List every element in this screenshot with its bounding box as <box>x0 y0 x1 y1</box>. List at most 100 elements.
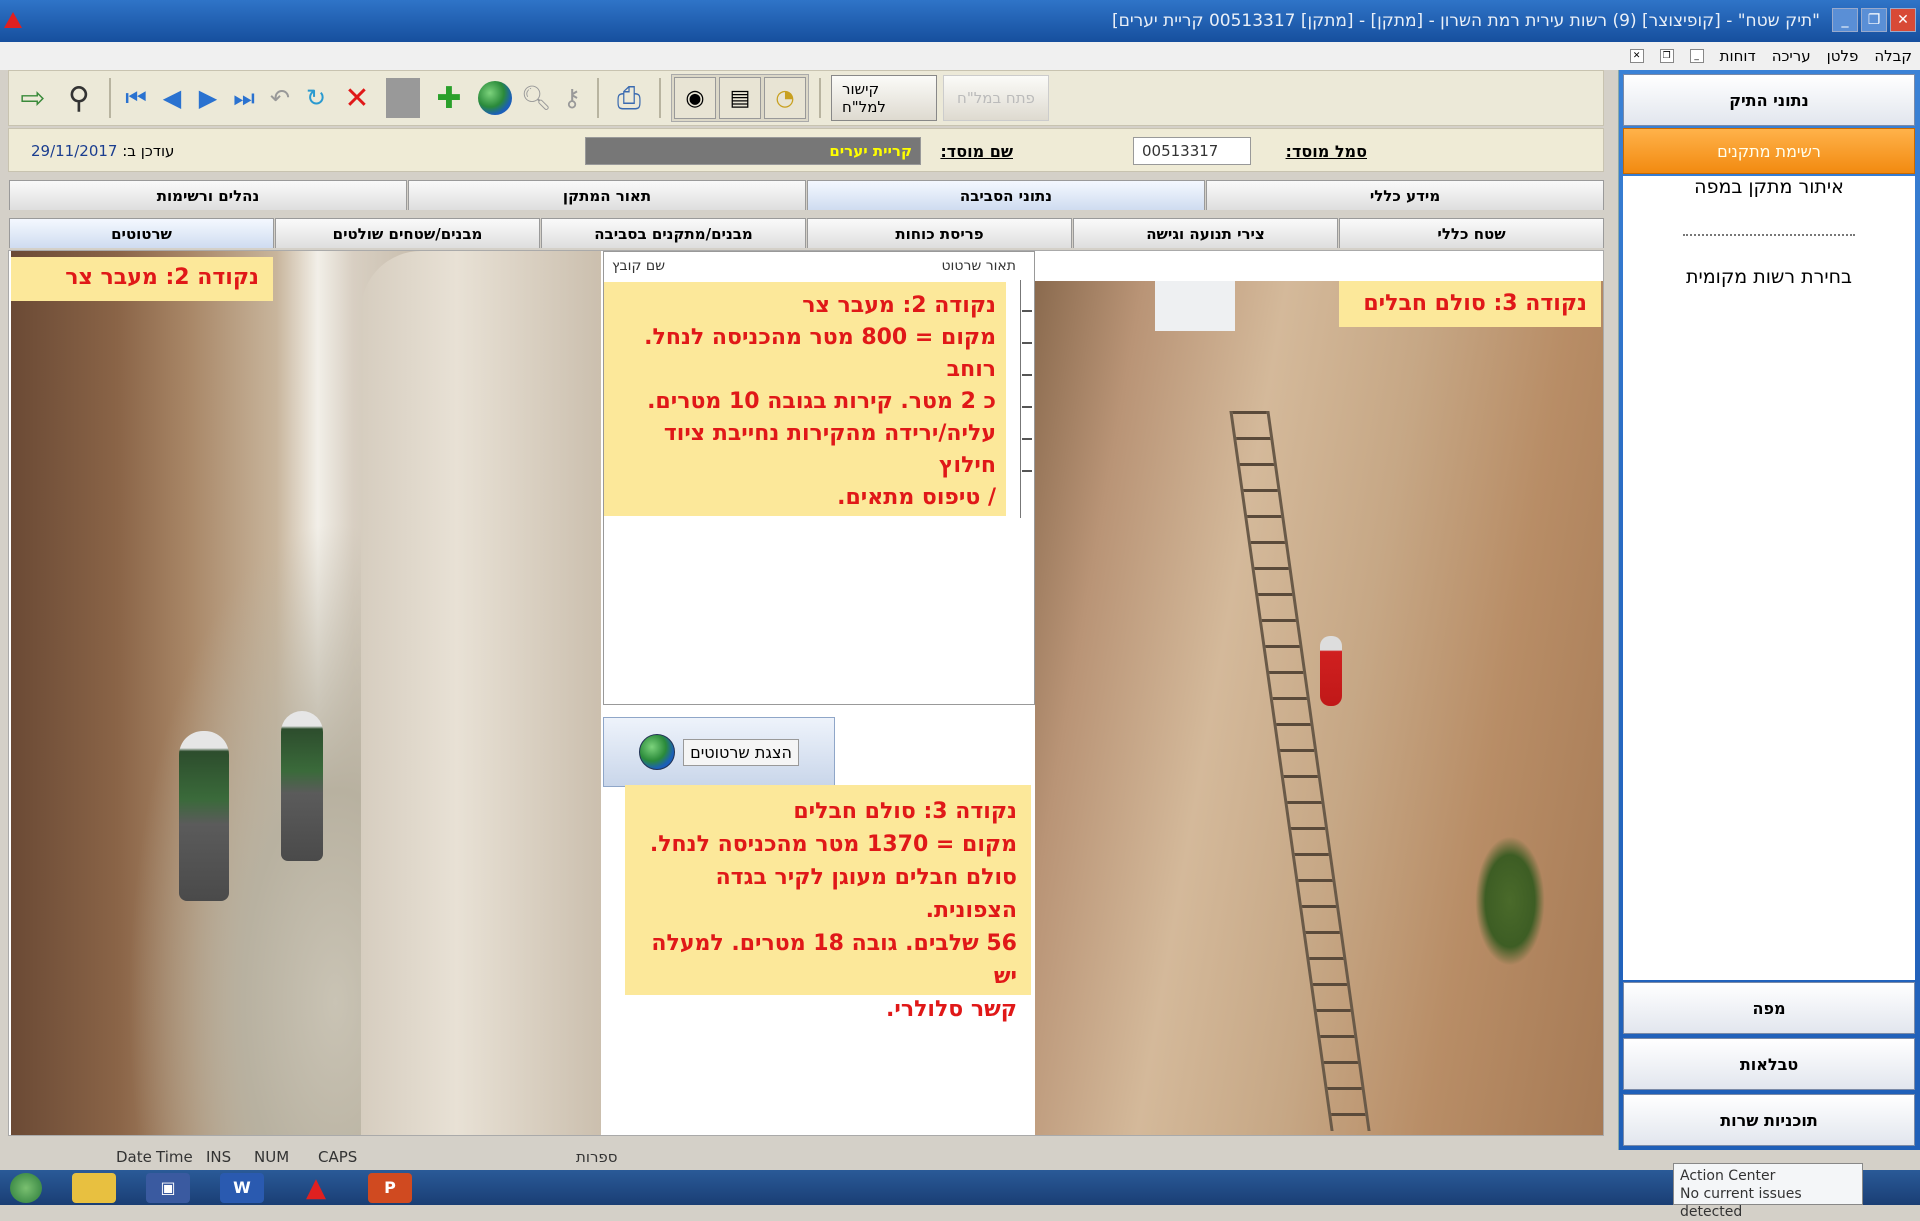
action-center-tooltip: Action Center No current issues detected <box>1673 1163 1863 1220</box>
restore-button[interactable]: ❐ <box>1861 8 1887 32</box>
open-in-command-button[interactable]: פתח במל"ח <box>943 75 1049 121</box>
status-num: NUM <box>254 1148 290 1166</box>
canyon-photo <box>11 251 601 1135</box>
tab-environment-data[interactable]: נתוני הסביבה <box>807 180 1205 210</box>
select-local-authority-link[interactable]: בחירת רשות מקומית <box>1623 266 1915 288</box>
close-button[interactable]: ✕ <box>1890 8 1916 32</box>
note-line: עליה/ירידה מהקירות נחייבת ציוד חילוץ <box>663 421 996 478</box>
show-drawings-button[interactable]: הצגת שרטוטים <box>603 717 835 787</box>
rope-ladder <box>1229 411 1371 1131</box>
menu-bar: קבלה פלטן עריכה דוחות _ ❐ ✕ <box>0 42 1920 70</box>
toolbar: ⇨ ⚲ ⏮ ◀ ▶ ⏭ ↶ ↻ ✕ ✚ 🔍︎ ⚷ ⎙ ◉ ▤ ◔ קישור ל… <box>8 70 1604 126</box>
prev-record-icon[interactable]: ◀ <box>157 76 187 120</box>
photo-label-rope-ladder: נקודה 3: סולם חבלים <box>1339 281 1601 327</box>
status-digits: ספרות <box>576 1148 618 1166</box>
org-name-label: שם מוסד: <box>940 142 1013 161</box>
add-icon[interactable]: ✚ <box>429 76 469 120</box>
first-record-icon[interactable]: ⏮ <box>121 76 151 120</box>
save-icon[interactable]: ▣ <box>146 1172 190 1203</box>
menu-item-edit[interactable]: עריכה <box>1772 47 1811 65</box>
folder-icon[interactable] <box>72 1172 116 1203</box>
print-icon[interactable]: ⎙ <box>609 76 649 120</box>
grid-scrollbar[interactable] <box>1020 280 1034 518</box>
tab-procedures-lists[interactable]: נהלים ורשימות <box>9 180 407 210</box>
note-line: 56 שלבים. גובה 18 מטרים. למעלה יש <box>651 931 1017 989</box>
app-warning-icon <box>4 12 22 28</box>
media-button-group: ◉ ▤ ◔ <box>671 74 809 122</box>
globe-icon[interactable] <box>475 76 515 120</box>
scanner-icon[interactable]: ▤ <box>719 77 761 119</box>
action-center-text: No current issues detected <box>1680 1186 1802 1220</box>
menu-item-platform[interactable]: פלטן <box>1827 47 1859 65</box>
tab-general-info[interactable]: מידע כללי <box>1206 180 1604 210</box>
locate-facility-map-link[interactable]: איתור מתקן במפה <box>1623 176 1915 198</box>
undo-icon[interactable]: ↶ <box>265 76 295 120</box>
sidebar-divider <box>1683 234 1855 236</box>
warning-icon[interactable]: ▲ <box>294 1173 338 1203</box>
case-data-button[interactable]: נתוני התיק <box>1623 74 1915 126</box>
note-line: נקודה 3: סולם חבלים <box>793 799 1017 824</box>
exit-icon[interactable]: ⇨ <box>13 76 53 120</box>
updated-info: עודכן ב: 29/11/2017 <box>31 142 174 160</box>
org-code-label: סמל מוסד: <box>1285 142 1367 161</box>
tab-force-deployment[interactable]: פריסת כוחות <box>807 218 1072 248</box>
key-icon[interactable]: ⚷ <box>557 76 587 120</box>
camera-icon[interactable]: ◉ <box>674 77 716 119</box>
updated-label: עודכן ב: <box>122 142 175 160</box>
updated-value: 29/11/2017 <box>31 142 118 160</box>
tables-button[interactable]: טבלאות <box>1623 1038 1915 1090</box>
org-name-field[interactable]: קריית יערים <box>585 137 921 165</box>
window-title: "תיק שטח" - [קופיצוצר] (9) רשות עירית רמ… <box>1111 11 1820 31</box>
map-button[interactable]: מפה <box>1623 982 1915 1034</box>
note-narrow-passage: נקודה 2: מעבר צר מקום = 800 מטר מהכניסה … <box>604 282 1006 516</box>
minimize-button[interactable]: _ <box>1832 8 1858 32</box>
window-controls: _ ❐ ✕ <box>1832 8 1916 32</box>
word-icon[interactable]: W <box>220 1172 264 1203</box>
hiker-figure <box>281 711 323 861</box>
service-plans-button[interactable]: תוכניות שרות <box>1623 1094 1915 1146</box>
facility-list-button[interactable]: רשימת מתקנים <box>1623 128 1915 174</box>
blank-icon[interactable] <box>383 76 423 120</box>
status-time: Time <box>156 1148 193 1166</box>
menu-item-reception[interactable]: קבלה <box>1874 47 1912 65</box>
next-record-icon[interactable]: ▶ <box>193 76 223 120</box>
note-line: קשר סלולרי. <box>886 997 1017 1022</box>
delete-icon[interactable]: ✕ <box>337 76 377 120</box>
binoculars-icon[interactable]: ⚲ <box>59 76 99 120</box>
grid-header: תאור שרטוט שם קובץ <box>604 252 1034 280</box>
last-record-icon[interactable]: ⏭ <box>229 76 259 120</box>
globe-icon <box>639 734 676 770</box>
refresh-icon[interactable]: ↻ <box>301 76 331 120</box>
mdi-restore-button[interactable]: ❐ <box>1659 49 1674 63</box>
tab-access-routes[interactable]: צירי תנועה וגישה <box>1073 218 1338 248</box>
tab-dominant-areas[interactable]: מבנים/שטחים שולטים <box>275 218 540 248</box>
link-to-command-button[interactable]: קישור למל"ח <box>831 75 937 121</box>
note-line: כ 2 מטר. קירות בגובה 10 מטרים. <box>647 389 996 414</box>
status-caps: CAPS <box>318 1148 358 1166</box>
action-center-title: Action Center <box>1680 1168 1776 1184</box>
search-icon[interactable]: 🔍︎ <box>521 76 551 120</box>
mdi-close-button[interactable]: ✕ <box>1629 49 1644 63</box>
grid-header-file[interactable]: שם קובץ <box>612 258 665 280</box>
drawings-grid: תאור שרטוט שם קובץ נקודה 2: מעבר צר מקום… <box>603 251 1035 705</box>
tab-facility-description[interactable]: תאור המתקן <box>408 180 806 210</box>
photo-label-narrow-passage: נקודה 2: מעבר צר <box>11 257 273 301</box>
powerpoint-icon[interactable]: P <box>368 1172 412 1203</box>
start-icon[interactable] <box>10 1172 42 1203</box>
mdi-minimize-button[interactable]: _ <box>1689 49 1704 63</box>
navigation-sidebar: נתוני התיק רשימת מתקנים איתור מתקן במפה … <box>1618 70 1920 1150</box>
tab-drawings[interactable]: שרטוטים <box>9 218 274 248</box>
note-line: מקום = 800 מטר מהכניסה לנחל. רוחב <box>644 325 996 382</box>
hiker-figure <box>179 731 229 901</box>
record-info-bar: סמל מוסד: 00513317 שם מוסד: קריית יערים … <box>8 128 1604 172</box>
note-line: מקום = 1370 מטר מהכניסה לנחל. <box>649 832 1017 857</box>
org-code-field[interactable]: 00513317 <box>1133 137 1251 165</box>
tab-nearby-buildings[interactable]: מבנים/מתקנים בסביבה <box>541 218 806 248</box>
taskbar: ▣ W ▲ P <box>0 1170 1920 1205</box>
menu-item-reports[interactable]: דוחות <box>1720 47 1756 65</box>
status-bar: Date Time INS NUM CAPS ספרות <box>0 1140 1620 1170</box>
grid-header-description[interactable]: תאור שרטוט <box>941 258 1016 280</box>
note-rope-ladder: נקודה 3: סולם חבלים מקום = 1370 מטר מהכנ… <box>625 785 1031 1022</box>
tab-general-area[interactable]: שטח כללי <box>1339 218 1604 248</box>
chart-icon[interactable]: ◔ <box>764 77 806 119</box>
